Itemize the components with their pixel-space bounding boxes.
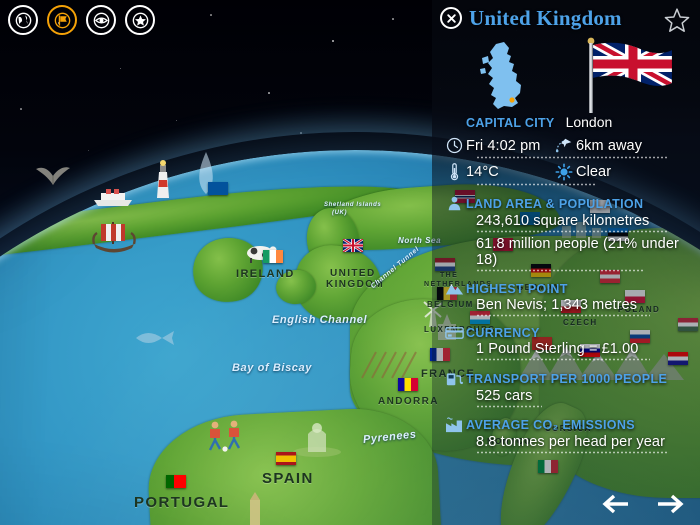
credit-card-icon xyxy=(442,326,466,340)
fact-section-heading: HIGHEST POINT xyxy=(466,281,568,296)
fact-divider xyxy=(476,269,644,272)
panel-country-title: United Kingdom xyxy=(469,5,622,30)
weather-item: Clear xyxy=(552,162,611,181)
factory-icon xyxy=(442,417,466,433)
fact-section-heading: LAND AREA & POPULATION xyxy=(466,196,644,211)
fact-divider xyxy=(476,314,650,317)
previous-country-button[interactable] xyxy=(600,493,630,515)
fact-section: CURRENCY 1 Pound Sterling = £1.00 xyxy=(442,326,700,361)
country-info-panel: United Kingdom CAPITAL CITY London Fri 4… xyxy=(432,0,700,525)
clock-icon xyxy=(442,137,466,154)
fact-section-header: TRANSPORT PER 1000 PEOPLE xyxy=(442,370,700,387)
weather-row: 14°C Clear xyxy=(442,162,700,181)
next-country-button[interactable] xyxy=(656,493,686,515)
fact-sections: LAND AREA & POPULATION 243,610 square kil… xyxy=(442,195,700,454)
map-flag-spain[interactable] xyxy=(276,452,296,465)
country-flag xyxy=(587,37,673,113)
fact-section-header: HIGHEST POINT xyxy=(442,281,700,296)
capital-city-label: CAPITAL CITY xyxy=(466,116,555,130)
panel-header: United Kingdom xyxy=(432,0,700,36)
panel-navigation xyxy=(600,493,686,515)
panel-rows: CAPITAL CITY London Fri 4:02 pm 6km away… xyxy=(432,114,700,454)
uk-flag-pin-icon xyxy=(342,237,364,254)
country-hero xyxy=(432,36,700,114)
fact-section: AVERAGE CO₂ EMISSIONS 8.8 tonnes per head… xyxy=(442,417,700,454)
fact-section-value: 525 cars xyxy=(476,388,533,404)
person-icon xyxy=(442,195,466,212)
map-flag-iceland[interactable] xyxy=(208,182,228,195)
fact-section-value: 8.8 tonnes per head per year xyxy=(476,434,666,450)
time-distance-row: Fri 4:02 pm 6km away xyxy=(442,137,700,154)
fact-section-value: 61.8 million people (21% under 18) xyxy=(476,236,679,268)
star-icon xyxy=(132,12,148,28)
close-panel-button[interactable] xyxy=(440,7,462,29)
fact-section-value: Ben Nevis; 1,343 metres xyxy=(476,297,638,313)
map-flag-uk[interactable] xyxy=(342,237,364,254)
local-time-item: Fri 4:02 pm xyxy=(442,137,552,154)
fact-section-header: CURRENCY xyxy=(442,326,700,340)
map-flag-ireland[interactable] xyxy=(263,250,283,263)
fact-section: TRANSPORT PER 1000 PEOPLE 525 cars xyxy=(442,370,700,408)
fact-section-value: 1 Pound Sterling = £1.00 xyxy=(476,341,639,357)
fact-divider xyxy=(476,405,542,408)
distance-item: 6km away xyxy=(552,137,642,154)
time-distance-divider xyxy=(476,156,668,159)
weather-value: Clear xyxy=(576,163,612,180)
fact-section-heading: AVERAGE CO₂ EMISSIONS xyxy=(466,418,635,432)
distance-value: 6km away xyxy=(576,137,643,154)
mountain-icon xyxy=(442,281,466,296)
fact-section-heading: CURRENCY xyxy=(466,326,540,340)
local-time-value: Fri 4:02 pm xyxy=(466,137,541,154)
fact-section-header: AVERAGE CO₂ EMISSIONS xyxy=(442,417,700,433)
sun-icon xyxy=(552,162,576,181)
fact-section: HIGHEST POINT Ben Nevis; 1,343 metres xyxy=(442,281,700,317)
fact-divider xyxy=(476,451,668,454)
capital-city-row: CAPITAL CITY London xyxy=(442,114,700,130)
explore-view-button[interactable] xyxy=(86,5,116,35)
fact-divider xyxy=(476,358,650,361)
favourite-star-button[interactable] xyxy=(663,6,691,34)
fact-section: LAND AREA & POPULATION 243,610 square kil… xyxy=(442,195,700,272)
map-flag-andorra[interactable] xyxy=(398,378,418,391)
fact-divider xyxy=(476,230,668,233)
globe-view-button[interactable] xyxy=(8,5,38,35)
eye-icon xyxy=(93,12,109,28)
fuel-pump-icon xyxy=(442,370,466,387)
globe-icon xyxy=(15,12,31,28)
thermometer-icon xyxy=(442,162,466,181)
favourites-view-button[interactable] xyxy=(125,5,155,35)
app-stage: IRELANDUNITEDKINGDOMBELGIUMLUXEMBOURGFRA… xyxy=(0,0,700,525)
fact-section-heading: TRANSPORT PER 1000 PEOPLE xyxy=(466,371,668,386)
fact-section-header: LAND AREA & POPULATION xyxy=(442,195,700,212)
weather-divider xyxy=(476,183,596,186)
country-silhouette xyxy=(480,42,521,109)
fact-section-value: 243,610 square kilometres xyxy=(476,213,650,229)
flag-icon xyxy=(54,12,70,28)
flags-view-button[interactable] xyxy=(47,5,77,35)
temperature-item: 14°C xyxy=(442,162,552,181)
view-toolbar xyxy=(8,5,155,35)
temperature-value: 14°C xyxy=(466,163,499,180)
map-flag-portugal[interactable] xyxy=(166,475,186,488)
plane-icon xyxy=(552,137,576,154)
close-icon xyxy=(446,13,456,23)
capital-city-value: London xyxy=(565,114,613,130)
